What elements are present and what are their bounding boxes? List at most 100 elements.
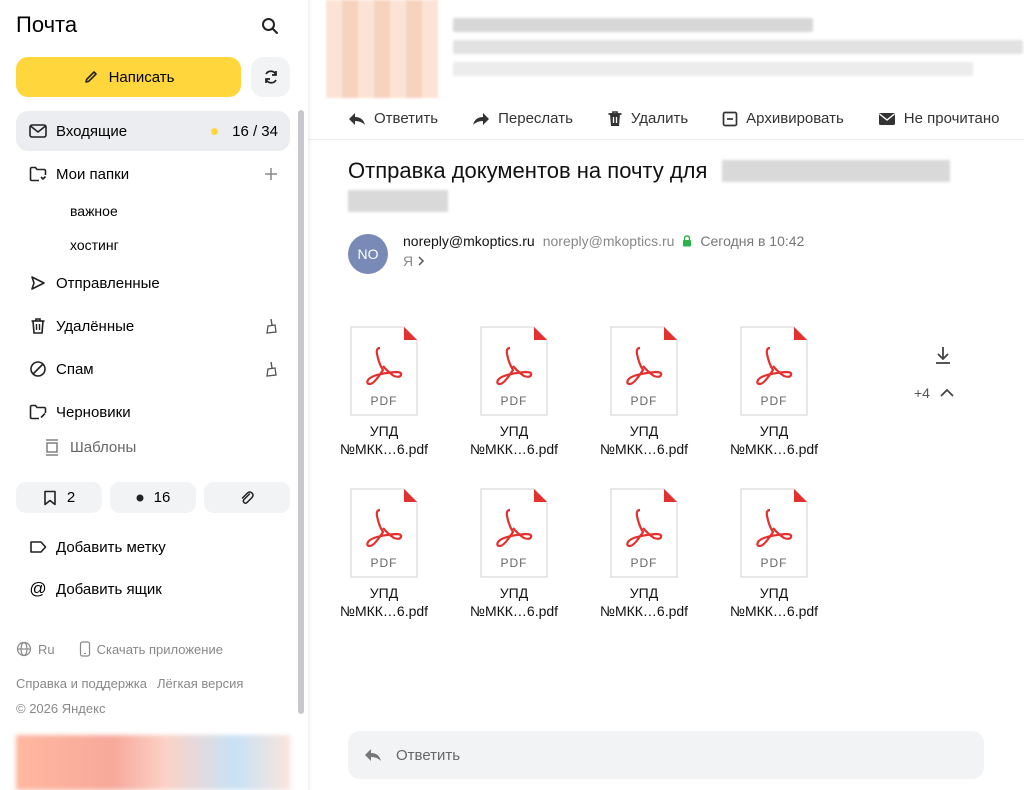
archive-icon — [722, 111, 738, 126]
sidebar: Почта Написать Входящие 16 / 34 Мои папк… — [0, 0, 308, 790]
attachment-item[interactable]: PDF УПД №МКК…6.pdf — [329, 326, 439, 458]
download-app-link[interactable]: Скачать приложение — [97, 642, 223, 657]
mark-unread-button[interactable]: Не прочитано — [878, 110, 1000, 127]
folder-icon — [28, 164, 48, 184]
sidebar-item-label: Мои папки — [56, 165, 130, 183]
sidebar-item-templates[interactable]: Шаблоны — [44, 438, 136, 456]
filter-attachments-chip[interactable] — [204, 482, 290, 513]
help-link[interactable]: Справка и поддержка — [16, 676, 147, 691]
attachment-name: УПД №МКК…6.pdf — [589, 584, 699, 620]
compose-label: Написать — [108, 68, 175, 86]
add-label-button[interactable]: Добавить метку — [16, 527, 290, 567]
pdf-file-icon: PDF — [610, 488, 678, 578]
divider — [308, 0, 312, 790]
sender-avatar[interactable]: NO — [348, 234, 388, 274]
download-all-button[interactable] — [934, 345, 952, 370]
sidebar-scrollbar[interactable] — [298, 110, 304, 714]
refresh-icon — [264, 70, 277, 84]
forward-label: Переслать — [498, 110, 573, 127]
plus-icon — [265, 168, 277, 180]
attachment-name-line2: №МКК…6.pdf — [729, 441, 819, 457]
archive-button[interactable]: Архивировать — [722, 110, 844, 127]
attachment-name-line1: УПД — [759, 585, 789, 601]
chevron-right-icon — [418, 256, 425, 266]
more-attachments-count: +4 — [914, 385, 930, 401]
file-type-label: PDF — [500, 556, 528, 570]
sidebar-subfolder-hosting[interactable]: хостинг — [70, 237, 119, 253]
message-toolbar: Ответить Переслать Удалить Архивировать … — [308, 98, 1024, 140]
attachment-item[interactable]: PDF УПД №МКК…6.pdf — [719, 326, 829, 458]
attachment-name: УПД №МКК…6.pdf — [329, 584, 439, 620]
attachment-item[interactable]: PDF УПД №МКК…6.pdf — [589, 488, 699, 620]
attachment-name: УПД №МКК…6.pdf — [719, 584, 829, 620]
attachment-item[interactable]: PDF УПД №МКК…6.pdf — [329, 488, 439, 620]
attachment-name-line1: УПД — [629, 585, 659, 601]
redacted-text — [453, 62, 973, 76]
pdf-file-icon: PDF — [350, 326, 418, 416]
search-button[interactable] — [256, 12, 284, 40]
sender-line: noreply@mkoptics.ru noreply@mkoptics.ru … — [403, 233, 804, 249]
delete-label: Удалить — [630, 110, 689, 127]
reply-icon — [349, 112, 365, 125]
message-subject: Отправка документов на почту для — [348, 158, 708, 183]
sidebar-item-my-folders[interactable]: Мои папки — [16, 154, 290, 194]
filter-important-count: 2 — [66, 489, 76, 506]
attachment-name: УПД №МКК…6.pdf — [459, 422, 569, 458]
sidebar-item-sent[interactable]: Отправленные — [16, 263, 290, 303]
clear-spam-button[interactable] — [264, 349, 278, 389]
sender-name[interactable]: noreply@mkoptics.ru — [403, 233, 535, 249]
file-type-label: PDF — [500, 394, 528, 408]
reply-button[interactable]: Ответить — [348, 110, 438, 127]
forward-button[interactable]: Переслать — [472, 110, 573, 127]
attachment-name-line2: №МКК…6.pdf — [729, 603, 819, 619]
compose-button[interactable]: Написать — [16, 57, 241, 97]
unread-dot-icon — [136, 494, 144, 501]
sidebar-item-spam[interactable]: Спам — [16, 349, 290, 389]
collapse-attachments-button[interactable]: +4 — [914, 385, 954, 401]
forward-icon — [473, 112, 490, 125]
filter-unread-chip[interactable]: 16 — [110, 482, 196, 513]
sidebar-item-label: Спам — [56, 360, 94, 378]
sidebar-item-inbox[interactable]: Входящие 16 / 34 — [16, 111, 290, 151]
sidebar-item-drafts[interactable]: Черновики — [16, 392, 290, 432]
attachment-name-line2: №МКК…6.pdf — [469, 603, 559, 619]
mark-unread-label: Не прочитано — [903, 110, 1000, 127]
sender-address[interactable]: noreply@mkoptics.ru — [543, 233, 675, 249]
delete-button[interactable]: Удалить — [607, 110, 688, 128]
footer-links-1: Ru Скачать приложение — [16, 641, 223, 657]
sidebar-item-label: Входящие — [56, 122, 128, 140]
refresh-button[interactable] — [251, 57, 290, 97]
quick-reply-field[interactable]: Ответить — [348, 731, 984, 779]
sidebar-subfolder-important[interactable]: важное — [70, 203, 118, 219]
archive-label: Архивировать — [746, 110, 844, 127]
add-mailbox-button[interactable]: @ Добавить ящик — [16, 569, 290, 609]
language-link[interactable]: Ru — [38, 642, 55, 657]
attachment-name: УПД №МКК…6.pdf — [589, 422, 699, 458]
pdf-file-icon: PDF — [350, 488, 418, 578]
paperclip-icon — [241, 490, 254, 504]
sidebar-item-label: Удалённые — [56, 317, 135, 335]
add-folder-button[interactable] — [264, 154, 278, 194]
app-logo[interactable]: Почта — [16, 12, 77, 38]
drafts-folder-icon — [28, 402, 48, 422]
filter-important-chip[interactable]: 2 — [16, 482, 102, 513]
spam-icon — [28, 359, 48, 379]
pdf-file-icon: PDF — [610, 326, 678, 416]
templates-label: Шаблоны — [70, 438, 137, 456]
attachment-item[interactable]: PDF УПД №МКК…6.pdf — [589, 326, 699, 458]
message-date: Сегодня в 10:42 — [700, 233, 805, 249]
attachment-item[interactable]: PDF УПД №МКК…6.pdf — [459, 326, 569, 458]
attachment-name-line2: №МКК…6.pdf — [469, 441, 559, 457]
sidebar-item-trash[interactable]: Удалённые — [16, 306, 290, 346]
attachment-item[interactable]: PDF УПД №МКК…6.pdf — [719, 488, 829, 620]
attachment-item[interactable]: PDF УПД №МКК…6.pdf — [459, 488, 569, 620]
attachment-name-line1: УПД — [369, 423, 399, 439]
file-type-label: PDF — [630, 394, 658, 408]
clear-trash-button[interactable] — [264, 306, 278, 346]
label-icon — [28, 537, 48, 557]
chevron-up-icon — [940, 388, 954, 397]
recipient-toggle[interactable]: Я — [403, 253, 425, 269]
send-icon — [28, 273, 48, 293]
download-icon — [936, 347, 950, 364]
light-version-link[interactable]: Лёгкая версия — [157, 676, 243, 691]
